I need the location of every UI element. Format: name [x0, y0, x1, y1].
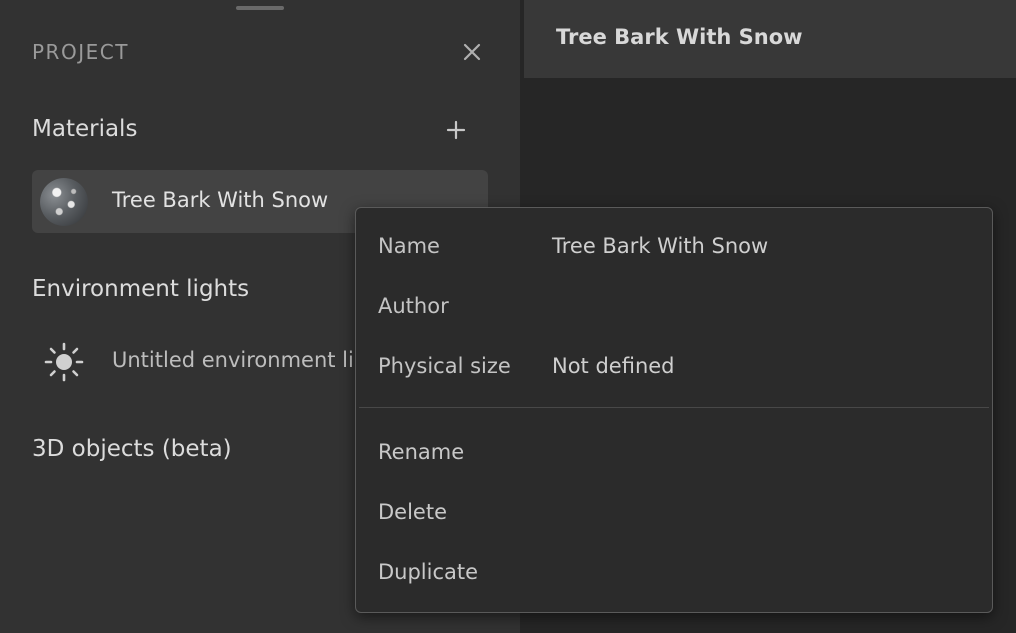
section-title-3d-objects: 3D objects (beta)	[32, 436, 232, 462]
environment-light-item[interactable]: Untitled environment light	[32, 330, 362, 393]
property-row-author: Author	[378, 294, 449, 318]
drag-handle[interactable]	[236, 6, 284, 10]
delete-menu-item[interactable]: Delete	[378, 500, 447, 524]
context-menu: Name Tree Bark With Snow Author Physical…	[355, 207, 993, 613]
property-row-name: Name Tree Bark With Snow	[378, 234, 768, 258]
property-key: Name	[378, 234, 440, 258]
environment-light-label: Untitled environment light	[112, 348, 362, 372]
duplicate-menu-item[interactable]: Duplicate	[378, 560, 478, 584]
property-value: Tree Bark With Snow	[552, 234, 769, 258]
property-key: Physical size	[378, 354, 511, 378]
plus-icon	[446, 120, 466, 140]
material-thumbnail	[40, 178, 88, 226]
section-title-environment-lights: Environment lights	[32, 276, 250, 302]
panel-title: PROJECT	[32, 40, 129, 64]
close-icon	[463, 43, 481, 61]
add-material-button[interactable]	[444, 118, 468, 142]
material-item-label: Tree Bark With Snow	[112, 188, 329, 212]
sun-icon	[44, 342, 84, 382]
viewport-title: Tree Bark With Snow	[556, 25, 803, 49]
menu-divider	[359, 407, 989, 408]
property-key: Author	[378, 294, 449, 318]
viewport-header: Tree Bark With Snow	[524, 0, 1016, 78]
property-row-physical-size: Physical size Not defined	[378, 354, 675, 378]
property-value: Not defined	[552, 354, 675, 378]
section-title-materials: Materials	[32, 116, 138, 142]
rename-menu-item[interactable]: Rename	[378, 440, 464, 464]
close-button[interactable]	[460, 40, 484, 64]
